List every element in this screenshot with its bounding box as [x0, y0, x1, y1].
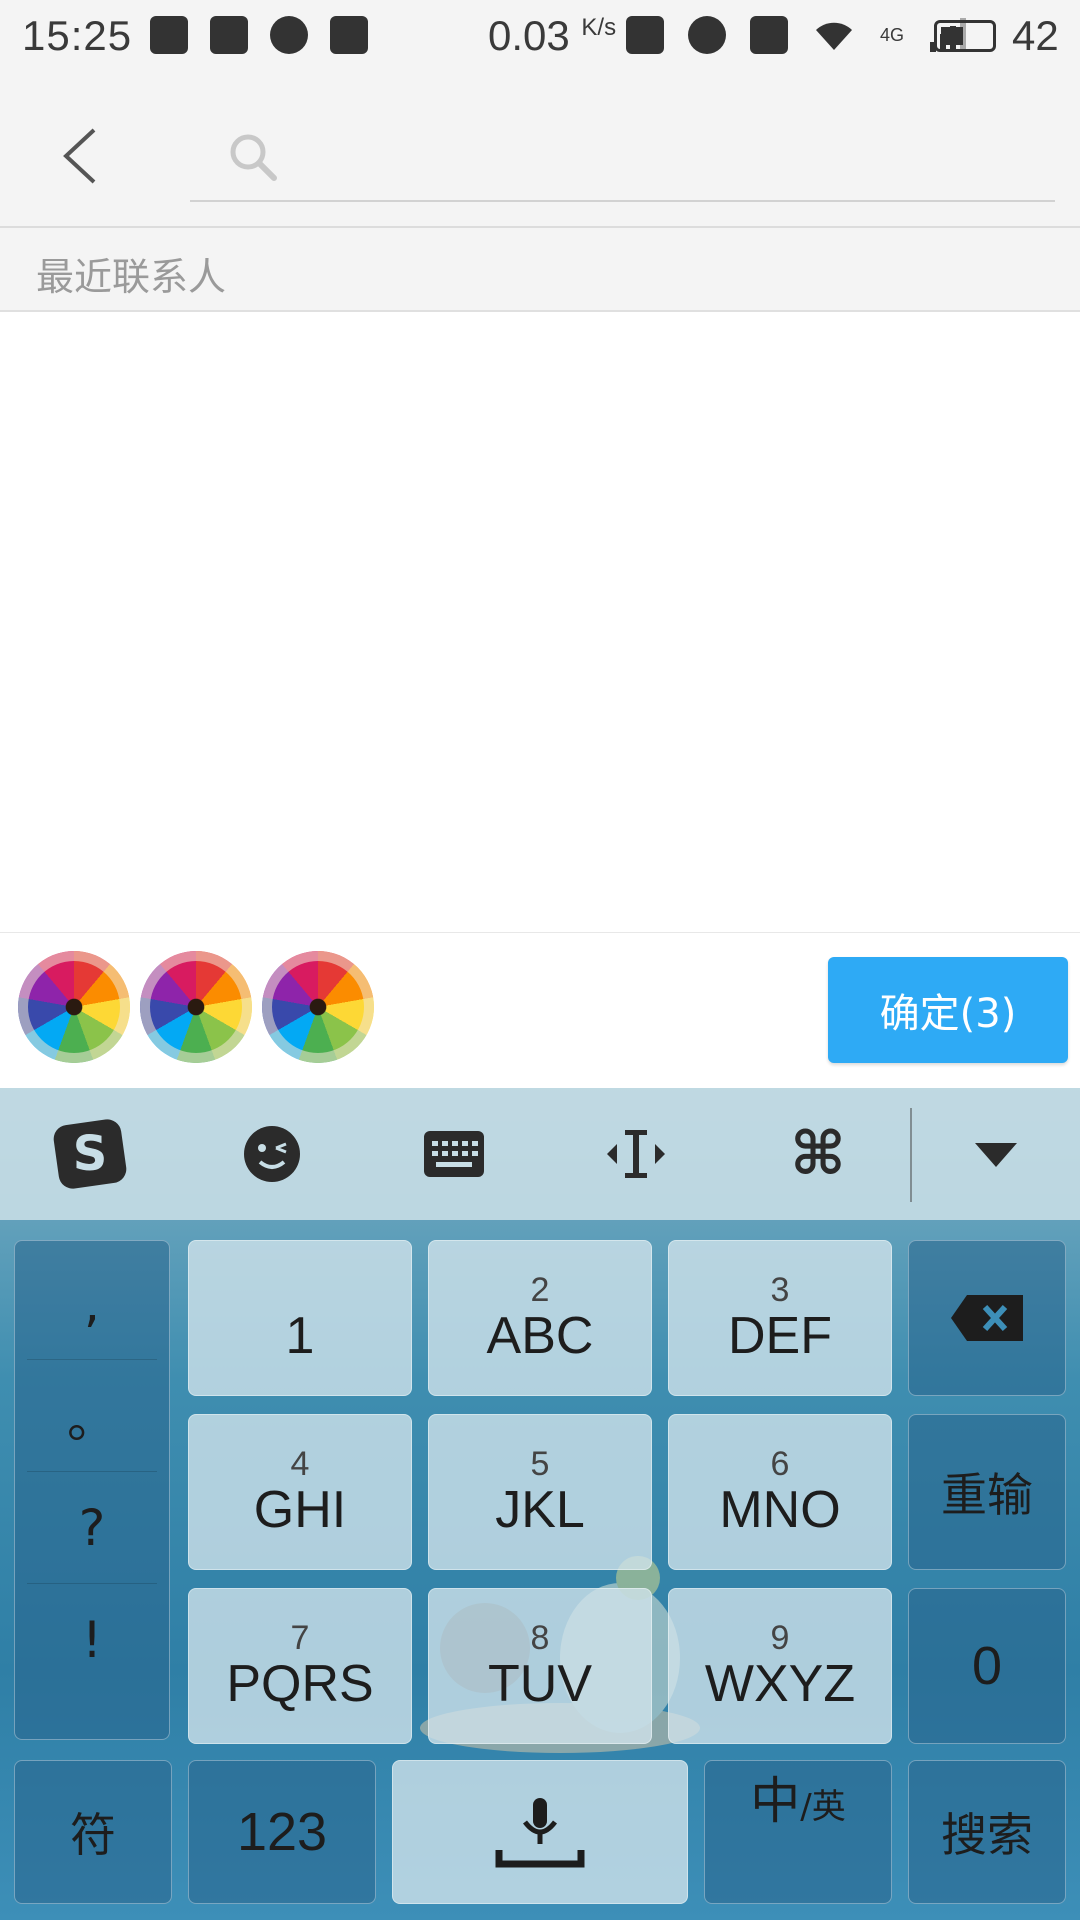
half-circle-icon — [270, 16, 308, 54]
key-number: 8 — [530, 1619, 550, 1657]
reset-key[interactable]: 重输 — [908, 1414, 1066, 1570]
emoji-icon — [244, 1126, 300, 1182]
key-3[interactable]: 3 DEF — [668, 1240, 892, 1396]
emoji-button[interactable] — [232, 1114, 312, 1194]
command-icon: ⌘ — [790, 1119, 846, 1189]
microphone-icon — [495, 1798, 585, 1868]
key-letters: MNO — [719, 1481, 841, 1539]
key-4[interactable]: 4 GHI — [188, 1414, 412, 1570]
punct-key[interactable]: ! — [27, 1585, 157, 1695]
key-number: 5 — [530, 1445, 550, 1483]
key-0[interactable]: 0 — [908, 1588, 1066, 1744]
punct-key[interactable]: 。 — [27, 1361, 157, 1472]
sogou-icon: S — [53, 1119, 127, 1189]
qq-icon — [150, 16, 188, 54]
key-letters: PQRS — [226, 1655, 374, 1713]
search-key-label: 搜索 — [941, 1808, 1033, 1862]
key-2[interactable]: 2 ABC — [428, 1240, 652, 1396]
cursor-move-button[interactable] — [596, 1114, 676, 1194]
confirm-button[interactable]: 确定(3) — [828, 957, 1068, 1063]
search-field[interactable] — [190, 106, 1055, 202]
system-icons: 4G — [626, 16, 968, 54]
key-letters: WXYZ — [704, 1655, 856, 1713]
language-main: 中 — [750, 1772, 801, 1830]
key-number: 6 — [770, 1445, 790, 1483]
backspace-key[interactable] — [908, 1240, 1066, 1396]
key-letters: 1 — [285, 1307, 315, 1365]
key-9[interactable]: 9 WXYZ — [668, 1588, 892, 1744]
status-time: 15:25 — [22, 12, 133, 59]
chevron-down-icon — [975, 1143, 1017, 1167]
contact-list — [0, 312, 1080, 932]
key-letters: TUV — [488, 1655, 592, 1713]
network-speed: 0.03 K/s — [488, 12, 617, 59]
hide-keyboard-button[interactable] — [956, 1114, 1036, 1194]
svg-text:S: S — [73, 1126, 108, 1182]
command-button[interactable]: ⌘ — [778, 1114, 858, 1194]
chevron-left-icon — [63, 128, 96, 184]
key-8[interactable]: 8 TUV — [428, 1588, 652, 1744]
toolbar-divider — [910, 1108, 912, 1202]
key-number: 3 — [770, 1271, 790, 1309]
sogou-icon — [626, 16, 664, 54]
number-mode-label: 123 — [236, 1802, 328, 1862]
section-title: 最近联系人 — [36, 255, 227, 299]
key-number: 4 — [290, 1445, 310, 1483]
image-icon — [330, 16, 368, 54]
selected-contacts-bar: 确定(3) — [0, 932, 1080, 1089]
search-key[interactable]: 搜索 — [908, 1760, 1066, 1904]
keyboard-toolbar: S ⌘ — [0, 1088, 1080, 1220]
key-label: 0 — [971, 1636, 1003, 1696]
key-letters: ABC — [486, 1307, 594, 1365]
cursor-icon — [607, 1130, 665, 1178]
mute-icon — [750, 16, 788, 54]
key-5[interactable]: 5 JKL — [428, 1414, 652, 1570]
keyboard-notify-icon — [210, 16, 248, 54]
key-letters: JKL — [495, 1481, 585, 1539]
keyboard-switch-button[interactable] — [414, 1114, 494, 1194]
key-1[interactable]: 1 — [188, 1240, 412, 1396]
space-voice-key[interactable] — [392, 1760, 688, 1904]
search-header — [0, 76, 1080, 228]
language-switch-key[interactable]: 中 /英 — [704, 1760, 892, 1904]
reset-label: 重输 — [941, 1468, 1033, 1522]
search-input[interactable] — [270, 116, 1034, 188]
key-7[interactable]: 7 PQRS — [188, 1588, 412, 1744]
punct-key[interactable]: ? — [27, 1473, 157, 1584]
wifi-icon — [816, 22, 852, 50]
language-alt: /英 — [800, 1787, 846, 1827]
key-letters: GHI — [253, 1481, 347, 1539]
back-button[interactable] — [40, 116, 120, 196]
headphone-icon — [688, 16, 726, 54]
battery-icon — [934, 20, 996, 52]
sogou-logo-button[interactable]: S — [50, 1114, 130, 1194]
punctuation-column: , 。 ? ! — [14, 1240, 170, 1740]
battery-level: 42 — [1012, 12, 1059, 59]
selected-avatar[interactable] — [262, 951, 374, 1063]
sogou-keyboard: S ⌘ , 。 ? ! 1 2 ABC 3 DEF 4 GHI 5 JKL 6 … — [0, 1088, 1080, 1920]
symbol-key[interactable]: 符 — [14, 1760, 172, 1904]
network-type: 4G — [880, 24, 905, 45]
key-number: 2 — [530, 1271, 550, 1309]
keyboard-icon — [424, 1131, 484, 1177]
symbol-label: 符 — [70, 1808, 116, 1862]
selected-avatar[interactable] — [140, 951, 252, 1063]
punct-key[interactable]: , — [27, 1249, 157, 1360]
recent-contacts-header: 最近联系人 — [0, 228, 1080, 312]
key-6[interactable]: 6 MNO — [668, 1414, 892, 1570]
notification-icons — [150, 16, 368, 54]
key-letters: DEF — [728, 1307, 832, 1365]
backspace-icon — [951, 1295, 1023, 1341]
key-number: 7 — [290, 1619, 310, 1657]
selected-avatar[interactable] — [18, 951, 130, 1063]
status-bar: 15:25 0.03 K/s 4G 42 — [0, 0, 1080, 76]
number-mode-key[interactable]: 123 — [188, 1760, 376, 1904]
key-number: 9 — [770, 1619, 790, 1657]
